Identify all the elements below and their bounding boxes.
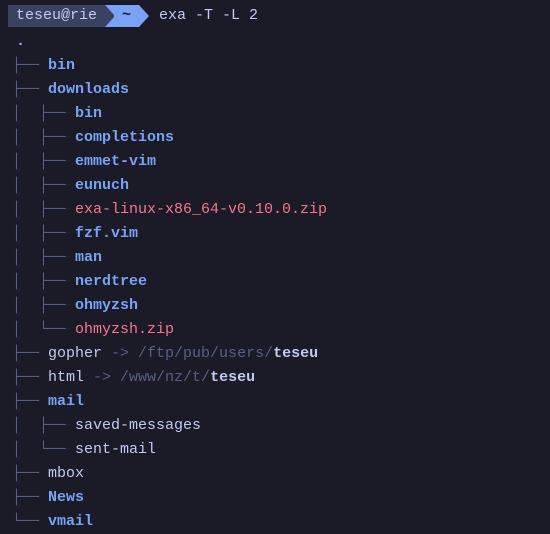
tree-branch-icon: │ ├── [12,273,75,290]
symlink-arrow-icon: -> [84,369,120,386]
tree-row: │ ├── man [8,246,542,270]
tree-entry-name: downloads [48,81,129,98]
shell-prompt: teseu@rie ~ exa -T -L 2 [8,4,542,28]
tree-branch-icon: │ ├── [12,153,75,170]
tree-entry-name: sent-mail [75,441,156,458]
tree-row: │ └── ohmyzsh.zip [8,318,542,342]
tree-branch-icon: ├── [12,393,48,410]
tree-entry-name: ohmyzsh [75,297,138,314]
tree-entry-name: fzf.vim [75,225,138,242]
tree-entry-name: mbox [48,465,84,482]
tree-row: │ ├── nerdtree [8,270,542,294]
tree-row: │ └── sent-mail [8,438,542,462]
tree-branch-icon: │ ├── [12,297,75,314]
tree-branch-icon: └── [12,513,48,530]
symlink-target: teseu [210,369,255,386]
tree-branch-icon: ├── [12,489,48,506]
tree-branch-icon: │ ├── [12,105,75,122]
tree-row: │ ├── completions [8,126,542,150]
tree-row: ├── html -> /www/nz/t/teseu [8,366,542,390]
tree-root: . [8,30,542,54]
tree-row: ├── downloads [8,78,542,102]
tree-entry-name: saved-messages [75,417,201,434]
tree-branch-icon: ├── [12,57,48,74]
tree-entry-name: News [48,489,84,506]
tree-entry-name: man [75,249,102,266]
tree-row: │ ├── eunuch [8,174,542,198]
tree-row: │ ├── ohmyzsh [8,294,542,318]
tree-row: │ ├── emmet-vim [8,150,542,174]
chevron-icon [139,5,149,27]
tree-branch-icon: │ └── [12,321,75,338]
tree-entry-name: gopher [48,345,102,362]
tree-output: ├── bin├── downloads│ ├── bin│ ├── compl… [8,54,542,534]
tree-row: ├── gopher -> /ftp/pub/users/teseu [8,342,542,366]
tree-row: ├── mail [8,390,542,414]
tree-branch-icon: ├── [12,369,48,386]
tree-entry-name: completions [75,129,174,146]
prompt-command[interactable]: exa -T -L 2 [159,4,258,28]
tree-row: │ ├── exa-linux-x86_64-v0.10.0.zip [8,198,542,222]
symlink-arrow-icon: -> [102,345,138,362]
tree-row: ├── News [8,486,542,510]
tree-branch-icon: │ ├── [12,417,75,434]
tree-entry-name: nerdtree [75,273,147,290]
tree-entry-name: ohmyzsh.zip [75,321,174,338]
tree-branch-icon: │ ├── [12,177,75,194]
tree-entry-name: emmet-vim [75,153,156,170]
tree-entry-name: eunuch [75,177,129,194]
tree-branch-icon: ├── [12,81,48,98]
tree-row: ├── mbox [8,462,542,486]
tree-branch-icon: ├── [12,345,48,362]
tree-entry-name: mail [48,393,84,410]
tree-entry-name: vmail [48,513,93,530]
tree-branch-icon: ├── [12,465,48,482]
tree-row: ├── bin [8,54,542,78]
tree-row: │ ├── bin [8,102,542,126]
tree-row: │ ├── fzf.vim [8,222,542,246]
tree-branch-icon: │ ├── [12,249,75,266]
tree-entry-name: bin [75,105,102,122]
symlink-path: /ftp/pub/users/ [138,345,273,362]
tree-branch-icon: │ ├── [12,129,75,146]
tree-entry-name: html [48,369,84,386]
tree-row: └── vmail [8,510,542,534]
tree-branch-icon: │ ├── [12,225,75,242]
prompt-user-host: teseu@rie [8,5,105,27]
symlink-path: /www/nz/t/ [120,369,210,386]
prompt-dir: ~ [114,5,139,27]
tree-branch-icon: │ ├── [12,201,75,218]
tree-row: │ ├── saved-messages [8,414,542,438]
symlink-target: teseu [273,345,318,362]
tree-branch-icon: │ └── [12,441,75,458]
tree-entry-name: exa-linux-x86_64-v0.10.0.zip [75,201,327,218]
tree-entry-name: bin [48,57,75,74]
